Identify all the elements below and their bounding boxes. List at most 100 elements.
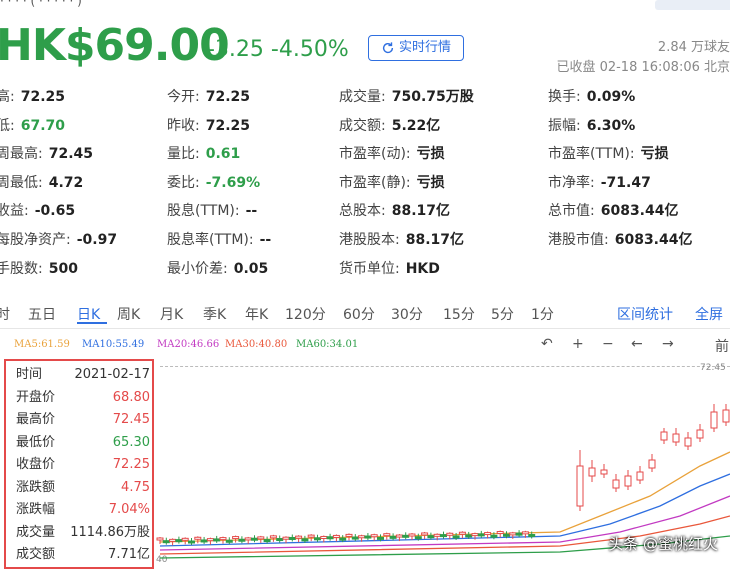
stat-col1-5: 每股净资产: -0.97 (0, 229, 117, 249)
stat-col3-6: 货币单位: HKD (339, 258, 440, 278)
fullscreen-link[interactable]: 全屏 (695, 304, 723, 324)
tooltip-value: 68.80 (112, 389, 150, 405)
candle-body (440, 534, 447, 538)
stat-label: 市净率: (548, 174, 595, 191)
stat-value: -- (245, 203, 258, 220)
tab-period-3[interactable]: 周K (117, 304, 140, 324)
stat-label: 市盈率(静): (339, 174, 411, 191)
stat-col4-5: 港股市值: 6083.44亿 (548, 229, 692, 249)
candle-body (696, 429, 704, 439)
tooltip-key: 涨跌额 (16, 479, 56, 495)
tab-period-4[interactable]: 月K (160, 304, 183, 324)
stat-label: 周最高: (0, 146, 43, 163)
candle-body (238, 538, 246, 542)
tooltip-value: 65.30 (112, 434, 150, 450)
stat-value: 88.17亿 (405, 232, 465, 248)
ohlc-tooltip: 时间 2021-02-17 开盘价 68.80 最高价 72.45 最低价 65.30 收盘价 7… (4, 359, 154, 569)
candle-body (452, 535, 460, 539)
candle-body (377, 536, 384, 540)
candle-body (314, 537, 321, 541)
stat-value: 6083.44亿 (600, 203, 679, 220)
candle-body (364, 535, 372, 539)
stat-value: 6.30% (586, 117, 636, 134)
stat-value: 4.72 (48, 174, 84, 191)
range-stats-link[interactable]: 区间统计 (617, 304, 673, 324)
market-status: 已收盘 02-18 16:08:06 北京 (556, 60, 730, 75)
candle-body (282, 536, 290, 540)
tooltip-row: 最低价 65.30 (12, 432, 152, 454)
candle-body (219, 537, 227, 541)
tooltip-value: 72.45 (112, 412, 150, 427)
stat-label: 成交额: (339, 117, 386, 134)
bottom-axis-label: 40 (156, 555, 168, 564)
tooltip-row: 成交额 7.71亿 (12, 544, 152, 566)
scroll-right-icon[interactable]: → (662, 336, 674, 352)
tab-period-12[interactable]: 1分 (531, 304, 554, 324)
stat-value: 500 (48, 260, 78, 277)
candle-body (263, 539, 271, 543)
stat-value: 0.09% (586, 89, 636, 105)
tab-period-8[interactable]: 60分 (343, 304, 375, 324)
ma-label-1: MA10:55.49 (82, 339, 145, 350)
stat-value: 67.70 (20, 117, 66, 134)
stat-label: 今开: (167, 89, 200, 105)
stat-col2-6: 最小价差: 0.05 (167, 258, 268, 278)
tab-period-0[interactable]: 时 (0, 304, 10, 324)
tooltip-row: 时间 2021-02-17 (12, 364, 152, 386)
tooltip-row: 最高价 72.45 (12, 409, 152, 431)
candle-body (370, 534, 378, 538)
stat-label: 振幅: (548, 117, 581, 134)
stat-label: 手股数: (0, 260, 43, 277)
stat-value: 88.17亿 (391, 203, 451, 220)
stat-col1-6: 手股数: 500 (0, 258, 78, 278)
tab-period-11[interactable]: 5分 (491, 304, 514, 324)
stat-col3-4: 总股本: 88.17亿 (339, 200, 450, 220)
stat-value: 亏损 (416, 174, 445, 191)
tab-period-2[interactable]: 日K (77, 304, 100, 324)
candle-body (345, 533, 353, 537)
scroll-left-icon[interactable]: ← (631, 336, 643, 352)
current-price: HK$69.00 (0, 20, 230, 71)
stat-label: 成交量: (339, 89, 386, 105)
tab-period-10[interactable]: 15分 (443, 304, 475, 324)
candle-body (477, 533, 485, 537)
tab-period-7[interactable]: 120分 (285, 304, 326, 324)
candle-body (213, 538, 221, 542)
stat-value: 5.22亿 (391, 117, 441, 134)
tabs-divider (0, 328, 730, 329)
candle-body (162, 540, 170, 544)
tooltip-value: 7.71亿 (108, 547, 150, 562)
undo-icon[interactable]: ↶ (541, 336, 553, 352)
candle-body (225, 539, 233, 543)
stat-label: 市盈率(TTM): (548, 146, 635, 163)
candle-body (332, 534, 340, 538)
candle-body (257, 536, 265, 540)
candle-body (421, 532, 429, 536)
zoom-out-icon[interactable]: − (602, 336, 614, 352)
top-right-button[interactable] (655, 0, 730, 10)
tab-period-5[interactable]: 季K (203, 304, 226, 324)
stat-label: 货币单位: (339, 260, 400, 277)
stat-value: 亏损 (640, 146, 669, 163)
realtime-quote-button[interactable]: 实时行情 (368, 35, 464, 61)
stat-label: 每股净资产: (0, 232, 71, 248)
more-button[interactable]: 前 (715, 336, 729, 356)
candle-body (684, 437, 692, 447)
candle-body (588, 467, 596, 477)
tooltip-key: 成交量 (16, 524, 56, 540)
tab-period-1[interactable]: 五日 (28, 304, 56, 324)
tab-period-9[interactable]: 30分 (391, 304, 423, 324)
stat-col2-5: 股息率(TTM): -- (167, 229, 271, 249)
tooltip-value: 72.25 (112, 457, 150, 472)
stat-value: 750.75万股 (391, 89, 474, 105)
stat-col3-0: 成交量: 750.75万股 (339, 86, 474, 106)
candle-body (295, 535, 303, 539)
stat-col4-1: 振幅: 6.30% (548, 115, 635, 135)
candle-body (612, 479, 620, 489)
tooltip-key: 收盘价 (16, 457, 56, 472)
tab-period-6[interactable]: 年K (245, 304, 268, 324)
tooltip-row: 成交量 1114.86万股 (12, 522, 152, 544)
zoom-in-icon[interactable]: + (572, 336, 584, 352)
stat-label: 总市值: (548, 203, 595, 220)
stat-col2-0: 今开: 72.25 (167, 86, 250, 106)
